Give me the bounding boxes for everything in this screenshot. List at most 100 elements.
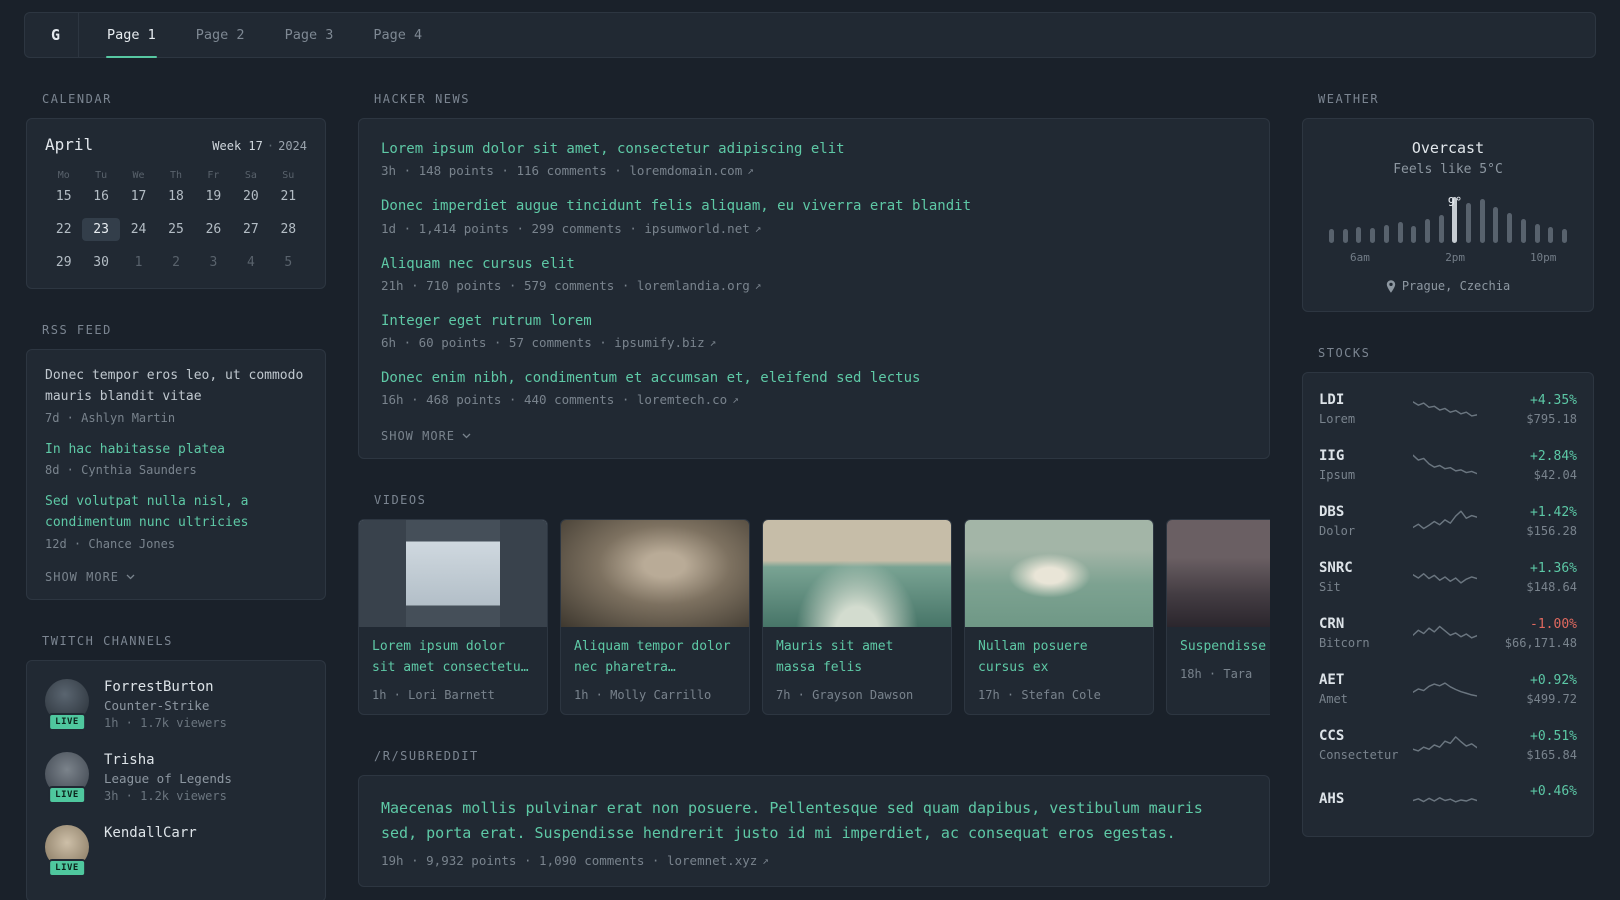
- hn-item[interactable]: Donec imperdiet augue tincidunt felis al…: [381, 196, 1247, 235]
- calendar-day[interactable]: 25: [157, 218, 194, 241]
- video-title[interactable]: Lorem ipsum dolor sit amet consectetu…: [372, 637, 534, 679]
- weather-temp-bar: [1466, 203, 1472, 243]
- channel-avatar: LIVE: [45, 678, 89, 731]
- calendar-day[interactable]: 3: [195, 251, 232, 274]
- rss-item-title[interactable]: Donec tempor eros leo, ut commodo mauris…: [45, 366, 307, 408]
- subreddit-post[interactable]: Maecenas mollis pulvinar erat non posuer…: [381, 796, 1247, 868]
- video-title[interactable]: Mauris sit amet massa felis: [776, 637, 938, 679]
- calendar-day[interactable]: 19: [195, 185, 232, 208]
- calendar-day[interactable]: 4: [232, 251, 269, 274]
- calendar-day[interactable]: 21: [270, 185, 307, 208]
- rss-item-title[interactable]: Sed volutpat nulla nisl, a condimentum n…: [45, 492, 307, 534]
- hn-item-title[interactable]: Aliquam nec cursus elit: [381, 254, 1247, 274]
- rss-item-meta: 7d · Ashlyn Martin: [45, 410, 176, 425]
- video-thumbnail[interactable]: [965, 520, 1153, 628]
- calendar-day[interactable]: 30: [82, 251, 119, 274]
- subreddit-post-title[interactable]: Maecenas mollis pulvinar erat non posuer…: [381, 796, 1247, 846]
- video-card[interactable]: Suspendisse diam 18h · Tara: [1166, 519, 1270, 716]
- stock-row[interactable]: AHS +0.46%: [1319, 773, 1577, 828]
- page-tab[interactable]: Page 3: [265, 13, 354, 57]
- calendar-day[interactable]: 28: [270, 218, 307, 241]
- rss-item[interactable]: Sed volutpat nulla nisl, a condimentum n…: [45, 492, 307, 551]
- stocks-list: LDI Lorem +4.35% $795.18 IIG Ipsum +2.84…: [1319, 381, 1577, 828]
- twitch-channel[interactable]: LIVE KendallCarr: [45, 824, 307, 877]
- calendar-day[interactable]: 23: [82, 218, 120, 241]
- calendar-day[interactable]: 2: [157, 251, 194, 274]
- external-link-icon: ↗: [754, 221, 762, 235]
- calendar-day[interactable]: 15: [45, 185, 82, 208]
- stock-row[interactable]: AET Amet +0.92% $499.72: [1319, 661, 1577, 717]
- weather-location-row: Prague, Czechia: [1321, 279, 1575, 293]
- video-title[interactable]: Nullam posuere cursus ex: [978, 637, 1140, 679]
- hn-item[interactable]: Donec enim nibh, condimentum et accumsan…: [381, 368, 1247, 407]
- hn-show-more-button[interactable]: SHOW MORE: [381, 429, 471, 443]
- calendar-day[interactable]: 26: [195, 218, 232, 241]
- video-thumbnail[interactable]: [763, 520, 951, 628]
- rss-widget: RSS FEED Donec tempor eros leo, ut commo…: [26, 323, 326, 600]
- video-thumbnail[interactable]: [359, 520, 547, 628]
- hn-item[interactable]: Lorem ipsum dolor sit amet, consectetur …: [381, 139, 1247, 178]
- hn-item-title[interactable]: Lorem ipsum dolor sit amet, consectetur …: [381, 139, 1247, 159]
- twitch-channel[interactable]: LIVE ForrestBurton Counter-Strike 1h · 1…: [45, 678, 307, 731]
- calendar-day[interactable]: 5: [270, 251, 307, 274]
- video-meta: 1h · Lori Barnett: [372, 688, 495, 703]
- video-thumbnail[interactable]: [561, 520, 749, 628]
- stock-symbol[interactable]: LDI: [1319, 392, 1405, 408]
- stock-symbol[interactable]: SNRC: [1319, 560, 1405, 576]
- stock-price: $148.64: [1526, 579, 1577, 594]
- stock-row[interactable]: IIG Ipsum +2.84% $42.04: [1319, 437, 1577, 493]
- hn-item-title[interactable]: Integer eget rutrum lorem: [381, 311, 1247, 331]
- page-tab[interactable]: Page 1: [87, 13, 176, 58]
- hn-item-title[interactable]: Donec enim nibh, condimentum et accumsan…: [381, 368, 1247, 388]
- show-more-label: SHOW MORE: [381, 429, 456, 444]
- page-tab[interactable]: Page 4: [353, 13, 442, 57]
- stock-row[interactable]: SNRC Sit +1.36% $148.64: [1319, 549, 1577, 605]
- video-card[interactable]: Aliquam tempor dolor nec pharetra… 1h · …: [560, 519, 750, 716]
- stock-symbol[interactable]: CCS: [1319, 728, 1405, 744]
- stock-symbol[interactable]: AET: [1319, 672, 1405, 688]
- video-title[interactable]: Suspendisse diam: [1180, 637, 1270, 658]
- hn-item[interactable]: Integer eget rutrum lorem 6h · 60 points…: [381, 311, 1247, 350]
- stock-row[interactable]: CCS Consectetur +0.51% $165.84: [1319, 717, 1577, 773]
- hn-item-title[interactable]: Donec imperdiet augue tincidunt felis al…: [381, 196, 1247, 216]
- stock-symbol[interactable]: CRN: [1319, 616, 1405, 632]
- calendar-week: Week 17: [212, 139, 263, 153]
- calendar-day[interactable]: 24: [120, 218, 157, 241]
- stock-symbol[interactable]: IIG: [1319, 448, 1405, 464]
- calendar-day[interactable]: 1: [120, 251, 157, 274]
- page-tab[interactable]: Page 2: [176, 13, 265, 57]
- stock-symbol[interactable]: AHS: [1319, 791, 1405, 807]
- calendar-day[interactable]: 17: [120, 185, 157, 208]
- external-link-icon: ↗: [747, 164, 754, 178]
- rss-item[interactable]: In hac habitasse platea 8d · Cynthia Sau…: [45, 440, 307, 478]
- stock-row[interactable]: LDI Lorem +4.35% $795.18: [1319, 381, 1577, 437]
- calendar-day[interactable]: 27: [232, 218, 269, 241]
- rss-item-title[interactable]: In hac habitasse platea: [45, 440, 307, 461]
- app-logo[interactable]: G: [33, 13, 79, 57]
- stock-symbol[interactable]: DBS: [1319, 504, 1405, 520]
- video-card[interactable]: Mauris sit amet massa felis 7h · Grayson…: [762, 519, 952, 716]
- calendar-day[interactable]: 29: [45, 251, 82, 274]
- stock-name: Consectetur: [1319, 748, 1399, 762]
- channel-name[interactable]: KendallCarr: [104, 825, 197, 841]
- stock-row[interactable]: DBS Dolor +1.42% $156.28: [1319, 493, 1577, 549]
- rss-item[interactable]: Donec tempor eros leo, ut commodo mauris…: [45, 366, 307, 425]
- dashboard-content: CALENDAR April Week 17 · 2024 Mo Tu We Th Fr Sa…: [0, 58, 1620, 900]
- video-thumbnail[interactable]: [1167, 520, 1270, 628]
- video-title[interactable]: Aliquam tempor dolor nec pharetra…: [574, 637, 736, 679]
- twitch-channel[interactable]: LIVE Trisha League of Legends 3h · 1.2k …: [45, 751, 307, 804]
- calendar-day[interactable]: 20: [232, 185, 269, 208]
- stock-row[interactable]: CRN Bitcorn -1.00% $66,171.48: [1319, 605, 1577, 661]
- channel-name[interactable]: Trisha: [104, 752, 232, 768]
- calendar-day-headers: Mo Tu We Th Fr Sa Su: [45, 170, 307, 185]
- video-card[interactable]: Nullam posuere cursus ex 17h · Stefan Co…: [964, 519, 1154, 716]
- channel-name[interactable]: ForrestBurton: [104, 679, 227, 695]
- calendar-day[interactable]: 18: [157, 185, 194, 208]
- rss-show-more-button[interactable]: SHOW MORE: [45, 570, 135, 584]
- calendar-day[interactable]: 16: [82, 185, 119, 208]
- hn-item[interactable]: Aliquam nec cursus elit 21h · 710 points…: [381, 254, 1247, 293]
- weather-hour-labels: 6am 2pm 10pm: [1329, 251, 1567, 266]
- calendar-day[interactable]: 22: [45, 218, 82, 241]
- weather-temp-bar: [1397, 222, 1403, 243]
- video-card[interactable]: Lorem ipsum dolor sit amet consectetu… 1…: [358, 519, 548, 716]
